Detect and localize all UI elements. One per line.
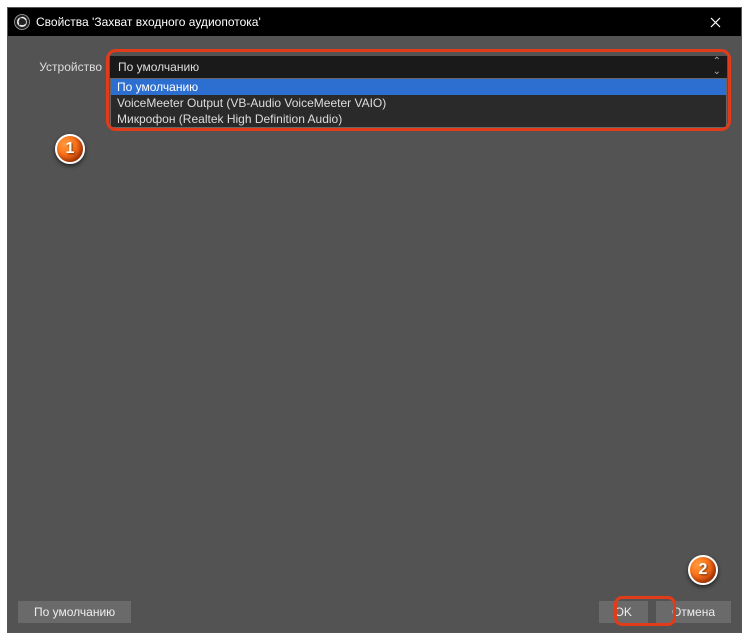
dialog-content: Устройство По умолчанию ⌃⌄ По умолчанию … — [8, 36, 741, 592]
device-row: Устройство По умолчанию ⌃⌄ По умолчанию … — [22, 56, 727, 78]
annotation-marker-1: 1 — [55, 134, 85, 164]
device-label: Устройство — [22, 56, 110, 74]
chevron-updown-icon: ⌃⌄ — [713, 57, 721, 77]
device-option[interactable]: По умолчанию — [111, 79, 726, 95]
device-option[interactable]: VoiceMeeter Output (VB-Audio VoiceMeeter… — [111, 95, 726, 111]
device-select[interactable]: По умолчанию ⌃⌄ — [110, 56, 727, 78]
dialog-footer: По умолчанию OK Отмена — [8, 592, 741, 632]
close-icon — [710, 17, 721, 28]
device-selected-value: По умолчанию — [118, 60, 199, 74]
device-dropdown: По умолчанию VoiceMeeter Output (VB-Audi… — [110, 78, 727, 128]
device-option[interactable]: Микрофон (Realtek High Definition Audio) — [111, 111, 726, 127]
window-title: Свойства 'Захват входного аудиопотока' — [36, 15, 695, 29]
properties-dialog: Свойства 'Захват входного аудиопотока' У… — [7, 7, 742, 633]
defaults-button[interactable]: По умолчанию — [18, 601, 131, 623]
ok-button[interactable]: OK — [599, 601, 648, 623]
cancel-button[interactable]: Отмена — [656, 601, 731, 623]
titlebar: Свойства 'Захват входного аудиопотока' — [8, 8, 741, 36]
close-button[interactable] — [695, 8, 735, 36]
obs-icon — [14, 14, 30, 30]
device-select-wrap: По умолчанию ⌃⌄ По умолчанию VoiceMeeter… — [110, 56, 727, 78]
